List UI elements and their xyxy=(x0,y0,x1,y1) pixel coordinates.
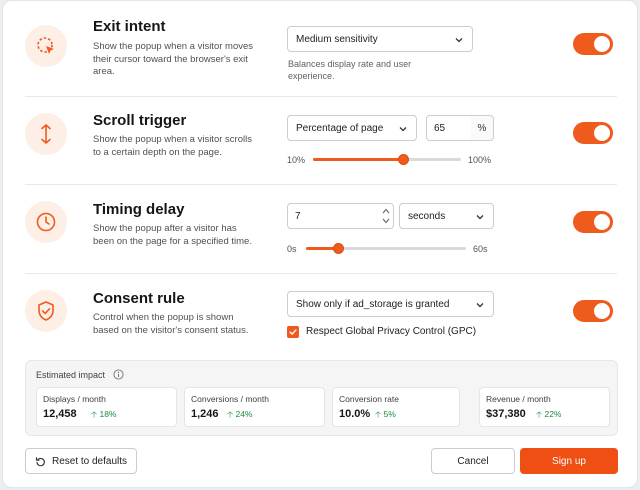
sign-up-button[interactable]: Sign up xyxy=(520,448,618,474)
clock-icon xyxy=(25,201,67,243)
cursor-exit-icon xyxy=(25,25,67,67)
impact-card-delta: 🡡 22% xyxy=(536,409,562,419)
timing-delay-title: Timing delay xyxy=(93,201,185,218)
scroll-trigger-title: Scroll trigger xyxy=(93,112,187,129)
chevron-down-icon xyxy=(455,38,463,43)
reset-icon xyxy=(35,456,45,466)
impact-card-conversion-rate: Conversion rate 10.0% 🡡 5% xyxy=(332,387,460,427)
scroll-slider-thumb[interactable] xyxy=(398,154,410,165)
consent-condition-select[interactable]: Show only if ad_storage is granted xyxy=(287,291,494,317)
info-icon[interactable] xyxy=(113,369,124,380)
impact-card-value: 10.0% xyxy=(339,408,371,420)
divider xyxy=(25,273,617,274)
impact-card-revenue: Revenue / month $37,380 🡡 22% xyxy=(479,387,610,427)
delay-unit-value: seconds xyxy=(408,210,446,222)
impact-card-value: 1,246 xyxy=(191,408,219,420)
percent-suffix: % xyxy=(471,115,494,141)
consent-rule-toggle[interactable] xyxy=(573,300,613,322)
delay-slider-max-label: 60s xyxy=(473,244,488,254)
consent-rule-title: Consent rule xyxy=(93,290,185,307)
impact-card-label: Conversions / month xyxy=(191,394,269,404)
delay-slider[interactable] xyxy=(306,243,466,254)
scroll-depth-slider[interactable] xyxy=(313,154,461,165)
consent-condition-value: Show only if ad_storage is granted xyxy=(296,298,450,310)
shield-check-icon xyxy=(25,290,67,332)
impact-title: Estimated impact xyxy=(36,370,106,380)
chevron-down-icon xyxy=(476,215,484,220)
scroll-slider-fill xyxy=(313,158,404,161)
delay-unit-select[interactable]: seconds xyxy=(399,203,494,229)
scroll-mode-value: Percentage of page xyxy=(296,122,384,134)
scroll-depth-input[interactable]: 65 xyxy=(426,115,472,141)
divider xyxy=(25,184,617,185)
chevron-down-icon xyxy=(399,127,407,132)
scroll-slider-max-label: 100% xyxy=(468,155,492,165)
gpc-checkbox-label[interactable]: Respect Global Privacy Control (GPC) xyxy=(306,326,476,337)
scroll-arrows-icon xyxy=(25,113,67,155)
divider xyxy=(25,96,617,97)
impact-card-label: Conversion rate xyxy=(339,394,400,404)
exit-sensitivity-value: Medium sensitivity xyxy=(296,33,378,45)
consent-rule-description: Control when the popup is shown based on… xyxy=(93,312,249,336)
impact-card-displays: Displays / month 12,458 🡡 18% xyxy=(36,387,177,427)
exit-sensitivity-hint: Balances display rate and user experienc… xyxy=(288,59,412,81)
timing-delay-toggle[interactable] xyxy=(573,211,613,233)
popup-trigger-settings-panel: Exit intent Show the popup when a visito… xyxy=(2,0,638,488)
impact-card-conversions: Conversions / month 1,246 🡡 24% xyxy=(184,387,325,427)
scroll-trigger-description: Show the popup when a visitor scrolls to… xyxy=(93,134,252,158)
impact-card-label: Displays / month xyxy=(43,394,106,404)
delay-slider-thumb[interactable] xyxy=(333,243,344,254)
scroll-trigger-toggle[interactable] xyxy=(573,122,613,144)
chevron-down-icon xyxy=(476,303,484,308)
exit-intent-description: Show the popup when a visitor moves thei… xyxy=(93,41,254,77)
gpc-checkbox[interactable] xyxy=(287,326,299,338)
cancel-button[interactable]: Cancel xyxy=(431,448,515,474)
estimated-impact-panel: Estimated impact Displays / month 12,458… xyxy=(25,360,618,436)
impact-card-delta: 🡡 18% xyxy=(91,409,117,419)
checkmark-icon xyxy=(289,329,297,335)
exit-sensitivity-select[interactable]: Medium sensitivity xyxy=(287,26,473,52)
reset-to-defaults-button[interactable]: Reset to defaults xyxy=(25,448,137,474)
stepper-arrows-icon[interactable] xyxy=(381,206,391,226)
impact-card-value: 12,458 xyxy=(43,408,77,420)
impact-card-label: Revenue / month xyxy=(486,394,551,404)
exit-intent-toggle[interactable] xyxy=(573,33,613,55)
delay-amount-input[interactable]: 7 xyxy=(287,203,394,229)
timing-delay-description: Show the popup after a visitor has been … xyxy=(93,223,252,247)
impact-card-delta: 🡡 24% xyxy=(227,409,253,419)
reset-button-label: Reset to defaults xyxy=(51,455,128,467)
delay-slider-min-label: 0s xyxy=(287,244,297,254)
exit-intent-title: Exit intent xyxy=(93,18,166,35)
impact-card-delta: 🡡 5% xyxy=(375,409,396,419)
scroll-slider-min-label: 10% xyxy=(287,155,306,165)
scroll-mode-select[interactable]: Percentage of page xyxy=(287,115,417,141)
impact-card-value: $37,380 xyxy=(486,408,526,420)
